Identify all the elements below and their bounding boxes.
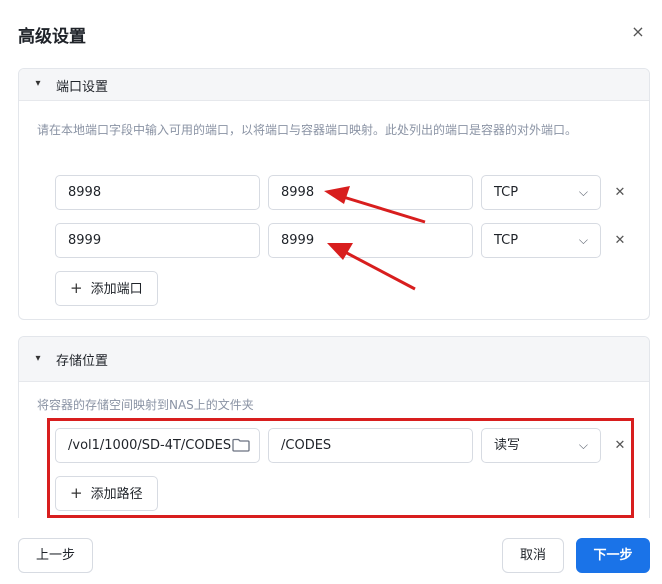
protocol-value: TCP — [494, 233, 519, 248]
close-icon[interactable]: × — [628, 22, 648, 42]
next-step-button[interactable]: 下一步 — [576, 538, 650, 573]
storage-header[interactable]: ▾ 存储位置 — [19, 337, 649, 382]
access-mode-value: 读写 — [494, 438, 521, 453]
container-port-input[interactable]: 8999 — [268, 223, 473, 258]
chevron-down-icon: ▾ — [35, 353, 41, 364]
dialog-footer: 上一步 取消 下一步 — [0, 518, 662, 584]
protocol-select[interactable]: TCP ⌵ — [481, 223, 601, 258]
cancel-button[interactable]: 取消 — [502, 538, 564, 573]
folder-icon[interactable] — [232, 438, 250, 452]
advanced-settings-dialog: 高级设置 × ▾ 端口设置 请在本地端口字段中输入可用的端口，以将端口与容器端口… — [0, 0, 662, 584]
add-port-label: 添加端口 — [90, 282, 143, 297]
host-path-input[interactable]: /vol1/1000/SD-4T/CODES — [55, 428, 260, 463]
add-path-label: 添加路径 — [90, 487, 143, 502]
dialog-title: 高级设置 — [18, 27, 86, 47]
chevron-down-icon: ⌵ — [578, 185, 588, 199]
dialog-body[interactable]: ▾ 端口设置 请在本地端口字段中输入可用的端口，以将端口与容器端口映射。此处列出… — [0, 68, 662, 518]
access-mode-select[interactable]: 读写 ⌵ — [481, 428, 601, 463]
previous-step-button[interactable]: 上一步 — [18, 538, 93, 573]
storage-description: 将容器的存储空间映射到NAS上的文件夹 — [37, 398, 254, 412]
local-port-input[interactable]: 8998 — [55, 175, 260, 210]
container-path-input[interactable]: /CODES — [268, 428, 473, 463]
add-port-button[interactable]: + 添加端口 — [55, 271, 158, 306]
host-path-value: /vol1/1000/SD-4T/CODES — [68, 438, 232, 453]
protocol-value: TCP — [494, 185, 519, 200]
add-path-button[interactable]: + 添加路径 — [55, 476, 158, 511]
remove-port-icon[interactable]: ✕ — [612, 233, 628, 249]
local-port-input[interactable]: 8999 — [55, 223, 260, 258]
chevron-down-icon: ⌵ — [578, 233, 588, 247]
chevron-down-icon: ▾ — [35, 78, 41, 89]
port-settings-description: 请在本地端口字段中输入可用的端口，以将端口与容器端口映射。此处列出的端口是容器的… — [37, 123, 578, 137]
protocol-select[interactable]: TCP ⌵ — [481, 175, 601, 210]
remove-path-icon[interactable]: ✕ — [612, 438, 628, 454]
plus-icon: + — [70, 484, 83, 502]
port-settings-label: 端口设置 — [56, 80, 109, 95]
storage-label: 存储位置 — [56, 354, 109, 369]
plus-icon: + — [70, 279, 83, 297]
remove-port-icon[interactable]: ✕ — [612, 185, 628, 201]
port-settings-header[interactable]: ▾ 端口设置 — [19, 69, 649, 101]
chevron-down-icon: ⌵ — [578, 438, 588, 452]
container-port-input[interactable]: 8998 — [268, 175, 473, 210]
